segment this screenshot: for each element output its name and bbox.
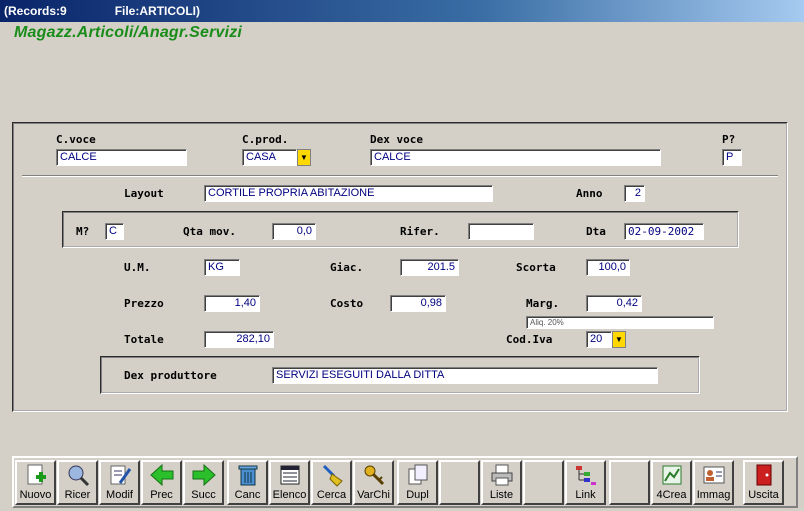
empty-button-1[interactable]	[439, 460, 480, 505]
layout-label: Layout	[124, 187, 164, 200]
marg-label: Marg.	[526, 297, 560, 310]
m-field[interactable]: C	[105, 223, 124, 240]
canc-button[interactable]: Canc	[227, 460, 268, 505]
empty-button-2[interactable]	[523, 460, 564, 505]
title-bar: (Records:9 File:ARTICOLI)	[0, 0, 804, 22]
liste-button[interactable]: Liste	[481, 460, 522, 505]
prec-button[interactable]: Prec	[141, 460, 182, 505]
dta-label: Dta	[586, 225, 606, 238]
arrow-left-icon	[149, 463, 175, 487]
prec-label: Prec	[150, 489, 173, 501]
cvoce-label: C.voce	[56, 133, 96, 146]
modif-button[interactable]: Modif	[99, 460, 140, 505]
cvoce-field[interactable]: CALCE	[56, 149, 187, 166]
4crea-button[interactable]: 4Crea	[651, 460, 692, 505]
rifer-field[interactable]	[468, 223, 534, 240]
edit-document-icon	[107, 463, 133, 487]
4crea-label: 4Crea	[656, 489, 687, 501]
chevron-down-icon: ▼	[300, 153, 308, 162]
um-label: U.M.	[124, 261, 151, 274]
keys-icon	[361, 463, 387, 487]
cprod-dropdown-button[interactable]: ▼	[297, 149, 311, 166]
link-label: Link	[575, 489, 596, 501]
varchi-label: VarChi	[357, 489, 390, 501]
dexvoce-label: Dex voce	[370, 133, 423, 146]
search-globe-icon	[65, 463, 91, 487]
trash-icon	[235, 463, 261, 487]
arrow-right-icon	[191, 463, 217, 487]
codiva-label: Cod.Iva	[506, 333, 553, 346]
totale-field[interactable]: 282,10	[204, 331, 274, 348]
elenco-label: Elenco	[272, 489, 307, 501]
tree-icon	[573, 463, 599, 487]
list-icon	[277, 463, 303, 487]
p-label: P?	[722, 133, 736, 146]
anno-label: Anno	[576, 187, 603, 200]
modif-label: Modif	[106, 489, 133, 501]
anno-field[interactable]: 2	[624, 185, 645, 202]
codiva-select[interactable]: 20	[586, 331, 612, 348]
ricer-button[interactable]: Ricer	[57, 460, 98, 505]
id-card-icon	[701, 463, 727, 487]
nuovo-button[interactable]: Nuovo	[15, 460, 56, 505]
prezzo-field[interactable]: 1,40	[204, 295, 260, 312]
form-divider	[22, 175, 778, 177]
scorta-field[interactable]: 100,0	[586, 259, 630, 276]
succ-button[interactable]: Succ	[183, 460, 224, 505]
cprod-label: C.prod.	[242, 133, 289, 146]
printer-icon	[489, 463, 515, 487]
qtamov-label: Qta mov.	[183, 225, 236, 238]
empty-button-3[interactable]	[609, 460, 650, 505]
giac-label: Giac.	[330, 261, 364, 274]
cprod-select[interactable]: CASA	[242, 149, 297, 166]
costo-label: Costo	[330, 297, 364, 310]
link-button[interactable]: Link	[565, 460, 606, 505]
elenco-button[interactable]: Elenco	[269, 460, 310, 505]
uscita-button[interactable]: Uscita	[743, 460, 784, 505]
exit-door-icon	[751, 463, 777, 487]
canc-label: Canc	[234, 489, 261, 501]
rifer-label: Rifer.	[400, 225, 440, 238]
chevron-down-icon: ▼	[615, 335, 623, 344]
totale-label: Totale	[124, 333, 164, 346]
new-document-icon	[23, 463, 49, 487]
dupl-label: Dupl	[406, 489, 429, 501]
dexprod-label: Dex produttore	[124, 369, 217, 382]
giac-field[interactable]: 201.5	[400, 259, 459, 276]
um-field[interactable]: KG	[204, 259, 240, 276]
layout-field[interactable]: CORTILE PROPRIA ABITAZIONE	[204, 185, 493, 202]
records-count: (Records:9	[4, 4, 67, 18]
dupl-button[interactable]: Dupl	[397, 460, 438, 505]
dta-field[interactable]: 02-09-2002	[624, 223, 704, 240]
liste-label: Liste	[489, 489, 514, 501]
scorta-label: Scorta	[516, 261, 556, 274]
uscita-label: Uscita	[748, 489, 779, 501]
p-field[interactable]: P	[722, 149, 742, 166]
codiva-dropdown-button[interactable]: ▼	[612, 331, 626, 348]
file-name: File:ARTICOLI)	[114, 4, 201, 18]
nuovo-label: Nuovo	[19, 489, 52, 501]
cerca-button[interactable]: Cerca	[311, 460, 352, 505]
immag-button[interactable]: Immag	[693, 460, 734, 505]
succ-label: Succ	[191, 489, 216, 501]
page-title: Magazz.Articoli/Anagr.Servizi	[14, 24, 243, 41]
prezzo-label: Prezzo	[124, 297, 164, 310]
duplicate-icon	[405, 463, 431, 487]
create-icon	[659, 463, 685, 487]
broom-icon	[319, 463, 345, 487]
costo-field[interactable]: 0,98	[390, 295, 446, 312]
cerca-label: Cerca	[316, 489, 347, 501]
qtamov-field[interactable]: 0,0	[272, 223, 316, 240]
m-label: M?	[76, 225, 90, 238]
dexvoce-field[interactable]: CALCE	[370, 149, 661, 166]
immag-label: Immag	[696, 489, 731, 501]
ricer-label: Ricer	[64, 489, 91, 501]
aliquota-note: Aliq. 20%	[526, 316, 714, 329]
dexprod-field[interactable]: SERVIZI ESEGUITI DALLA DITTA	[272, 367, 658, 384]
marg-field[interactable]: 0,42	[586, 295, 642, 312]
varchi-button[interactable]: VarChi	[353, 460, 394, 505]
